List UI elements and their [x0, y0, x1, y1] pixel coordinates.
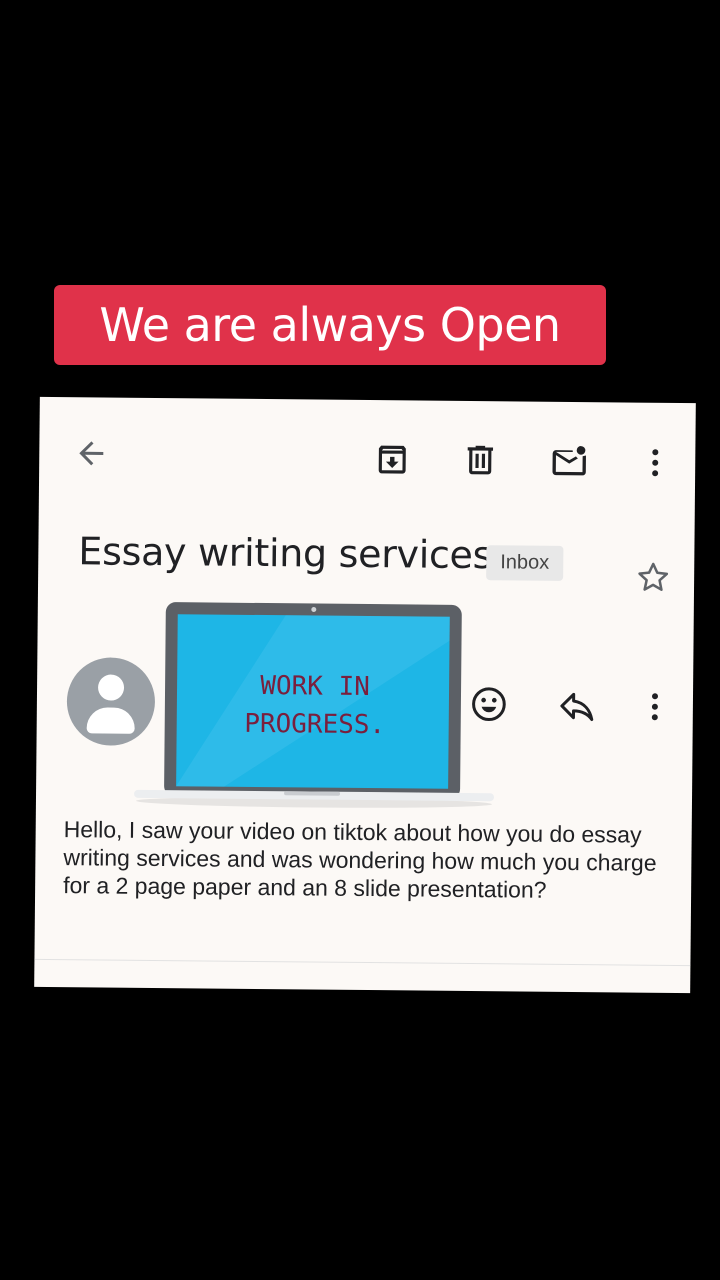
- message-more-icon[interactable]: [637, 689, 673, 725]
- caption-banner: We are always Open: [54, 285, 606, 365]
- delete-icon[interactable]: [461, 441, 499, 479]
- caption-text: We are always Open: [99, 298, 561, 352]
- progress-text: PROGRESS.: [244, 708, 386, 741]
- divider: [34, 958, 691, 967]
- email-body: Hello, I saw your video on tiktok about …: [63, 816, 657, 903]
- reply-icon[interactable]: [557, 686, 597, 726]
- more-vert-icon[interactable]: [637, 445, 673, 481]
- email-subject: Essay writing services: [78, 529, 493, 578]
- mark-unread-icon[interactable]: [549, 442, 589, 482]
- work-in-text: WORK IN: [260, 670, 371, 703]
- inbox-label[interactable]: Inbox: [486, 545, 564, 581]
- back-arrow-icon[interactable]: [73, 435, 109, 471]
- archive-icon[interactable]: [373, 440, 411, 478]
- email-card: Essay writing services Inbox WORK IN PRO…: [34, 396, 696, 994]
- emoji-icon[interactable]: [469, 684, 509, 724]
- star-icon[interactable]: [634, 559, 672, 597]
- laptop-illustration: WORK IN PROGRESS.: [134, 598, 496, 811]
